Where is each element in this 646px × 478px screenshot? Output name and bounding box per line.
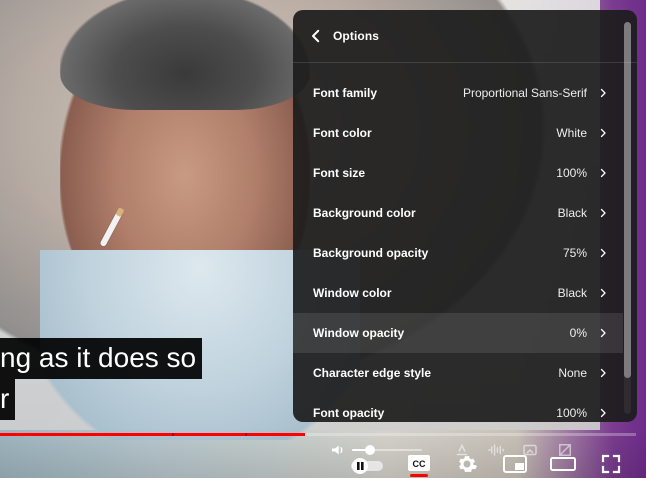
fullscreen-button[interactable]: [597, 450, 625, 478]
chevron-right-icon: [600, 328, 606, 338]
option-background-color[interactable]: Background color Black: [293, 193, 623, 233]
option-value-wrap: 0%: [570, 326, 609, 340]
option-value: 0%: [569, 326, 587, 340]
settings-button[interactable]: [452, 450, 482, 478]
panel-header: Options: [293, 10, 637, 63]
option-label: Background opacity: [313, 246, 429, 260]
chevron-right-icon: [600, 128, 606, 138]
option-value: 100%: [556, 406, 587, 420]
option-value: Black: [557, 286, 587, 300]
miniplayer-icon: [503, 455, 527, 473]
subtitle-line-1: ng as it does so: [0, 338, 203, 379]
option-label: Font size: [313, 166, 366, 180]
chevron-right-icon: [600, 208, 606, 218]
autoplay-toggle-graphic: [351, 458, 383, 474]
option-value-wrap: None: [558, 366, 609, 380]
option-value-wrap: 75%: [563, 246, 609, 260]
panel-scrollbar-thumb[interactable]: [624, 22, 631, 378]
option-character-edge-style[interactable]: Character edge style None: [293, 353, 623, 393]
option-label: Window color: [313, 286, 392, 300]
options-list: Font family Proportional Sans-Serif Font…: [293, 73, 623, 422]
fullscreen-icon: [601, 454, 621, 474]
settings-gear-icon: [459, 456, 477, 472]
option-value-wrap: Black: [558, 286, 609, 300]
option-value-wrap: 100%: [556, 406, 609, 420]
theater-mode-button[interactable]: [548, 450, 578, 478]
option-window-color[interactable]: Window color Black: [293, 273, 623, 313]
option-background-opacity[interactable]: Background opacity 75%: [293, 233, 623, 273]
chevron-right-icon: [600, 288, 606, 298]
option-label: Font color: [313, 126, 372, 140]
panel-title: Options: [333, 29, 380, 43]
theater-mode-icon: [550, 457, 576, 471]
miniplayer-button[interactable]: [500, 450, 530, 478]
option-font-size[interactable]: Font size 100%: [293, 153, 623, 193]
player-controls: CC: [0, 436, 646, 478]
option-value: 100%: [556, 166, 587, 180]
option-label: Background color: [313, 206, 416, 220]
captions-options-panel: Options Font family Proportional Sans-Se…: [293, 10, 637, 422]
option-font-family[interactable]: Font family Proportional Sans-Serif: [293, 73, 623, 113]
option-label: Window opacity: [313, 326, 405, 340]
volume-icon: [332, 445, 343, 455]
option-window-opacity[interactable]: Window opacity 0%: [293, 313, 623, 353]
chevron-right-icon: [600, 168, 606, 178]
option-label: Font opacity: [313, 406, 385, 420]
option-value: 75%: [562, 246, 587, 260]
option-font-color[interactable]: Font color White: [293, 113, 623, 153]
video-player[interactable]: ng as it does so r CC Options Font famil…: [0, 0, 646, 478]
option-value: Black: [557, 206, 587, 220]
option-value-wrap: Proportional Sans-Serif: [463, 86, 609, 100]
autoplay-toggle[interactable]: [350, 456, 384, 476]
chevron-right-icon: [600, 248, 606, 258]
chevron-right-icon: [600, 368, 606, 378]
video-subject-hair: [60, 0, 310, 110]
volume-icon[interactable]: [328, 440, 348, 460]
option-value-wrap: White: [556, 126, 609, 140]
chevron-right-icon: [600, 408, 606, 418]
option-value: None: [558, 366, 587, 380]
option-label: Font family: [313, 86, 378, 100]
captions-button[interactable]: CC: [404, 452, 434, 478]
chevron-right-icon: [600, 88, 606, 98]
option-label: Character edge style: [313, 366, 432, 380]
option-value: White: [556, 126, 587, 140]
option-font-opacity[interactable]: Font opacity 100%: [293, 393, 623, 422]
option-value: Proportional Sans-Serif: [462, 86, 587, 100]
subtitle-overlay: ng as it does so r: [0, 338, 203, 420]
option-value-wrap: 100%: [556, 166, 609, 180]
captions-icon: CC: [408, 455, 430, 477]
subtitle-line-2: r: [0, 379, 16, 420]
option-value-wrap: Black: [558, 206, 609, 220]
back-chevron-icon[interactable]: [307, 27, 325, 45]
svg-text:CC: CC: [413, 459, 426, 469]
